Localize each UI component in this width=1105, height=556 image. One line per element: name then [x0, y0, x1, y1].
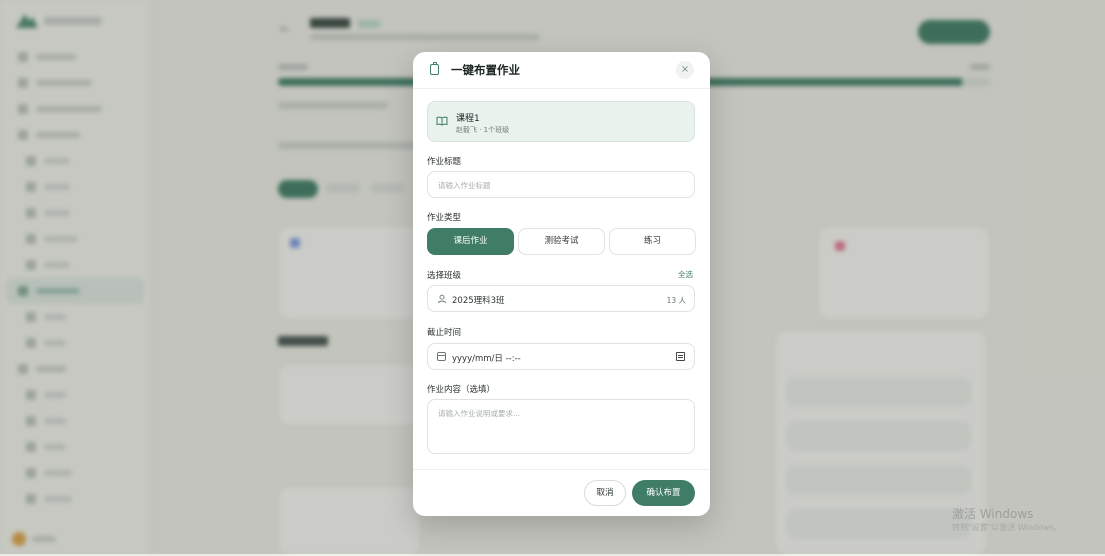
calendar-picker-icon[interactable]: [676, 352, 685, 361]
class-select-label: 选择班级: [427, 271, 462, 281]
confirm-assign-button[interactable]: 确认布置: [632, 480, 695, 506]
calendar-icon: [437, 352, 446, 361]
deadline-label: 截止时间: [427, 328, 462, 338]
deadline-input[interactable]: yyyy/mm/日 --:--: [427, 343, 695, 370]
class-option[interactable]: 2025理科3班 13 人: [427, 285, 695, 312]
course-info-card: 课程1 赵毅飞 · 1个班级: [427, 101, 695, 142]
course-meta: 赵毅飞 · 1个班级: [456, 126, 510, 134]
book-open-icon: [436, 116, 448, 126]
type-option-quiz[interactable]: 测验考试: [518, 228, 605, 255]
select-all-link[interactable]: 全选: [678, 269, 693, 280]
homework-type-label: 作业类型: [427, 213, 462, 223]
type-option-homework[interactable]: 课后作业: [427, 228, 514, 255]
class-name: 2025理科3班: [452, 296, 505, 306]
course-name: 课程1: [456, 114, 480, 124]
assign-homework-dialog: 一键布置作业 × 课程1 赵毅飞 · 1个班级 作业标题 请输入作业标题 作业类…: [413, 52, 710, 516]
homework-title-input[interactable]: 请输入作业标题: [427, 171, 695, 198]
user-icon: [438, 294, 446, 304]
clipboard-icon: [430, 62, 439, 75]
deadline-value: yyyy/mm/日 --:--: [452, 354, 521, 364]
type-option-practice[interactable]: 练习: [609, 228, 696, 255]
homework-title-label: 作业标题: [427, 157, 462, 167]
class-student-count: 13 人: [666, 296, 686, 305]
dialog-divider: [413, 469, 710, 470]
close-button[interactable]: ×: [676, 61, 694, 79]
homework-title-placeholder: 请输入作业标题: [438, 181, 491, 190]
content-label: 作业内容（选填）: [427, 385, 496, 395]
content-placeholder: 请输入作业说明或要求...: [438, 409, 521, 418]
cancel-button[interactable]: 取消: [584, 480, 626, 506]
dialog-title: 一键布置作业: [451, 63, 520, 77]
content-textarea[interactable]: 请输入作业说明或要求...: [427, 399, 695, 454]
dialog-header: 一键布置作业 ×: [413, 52, 710, 89]
